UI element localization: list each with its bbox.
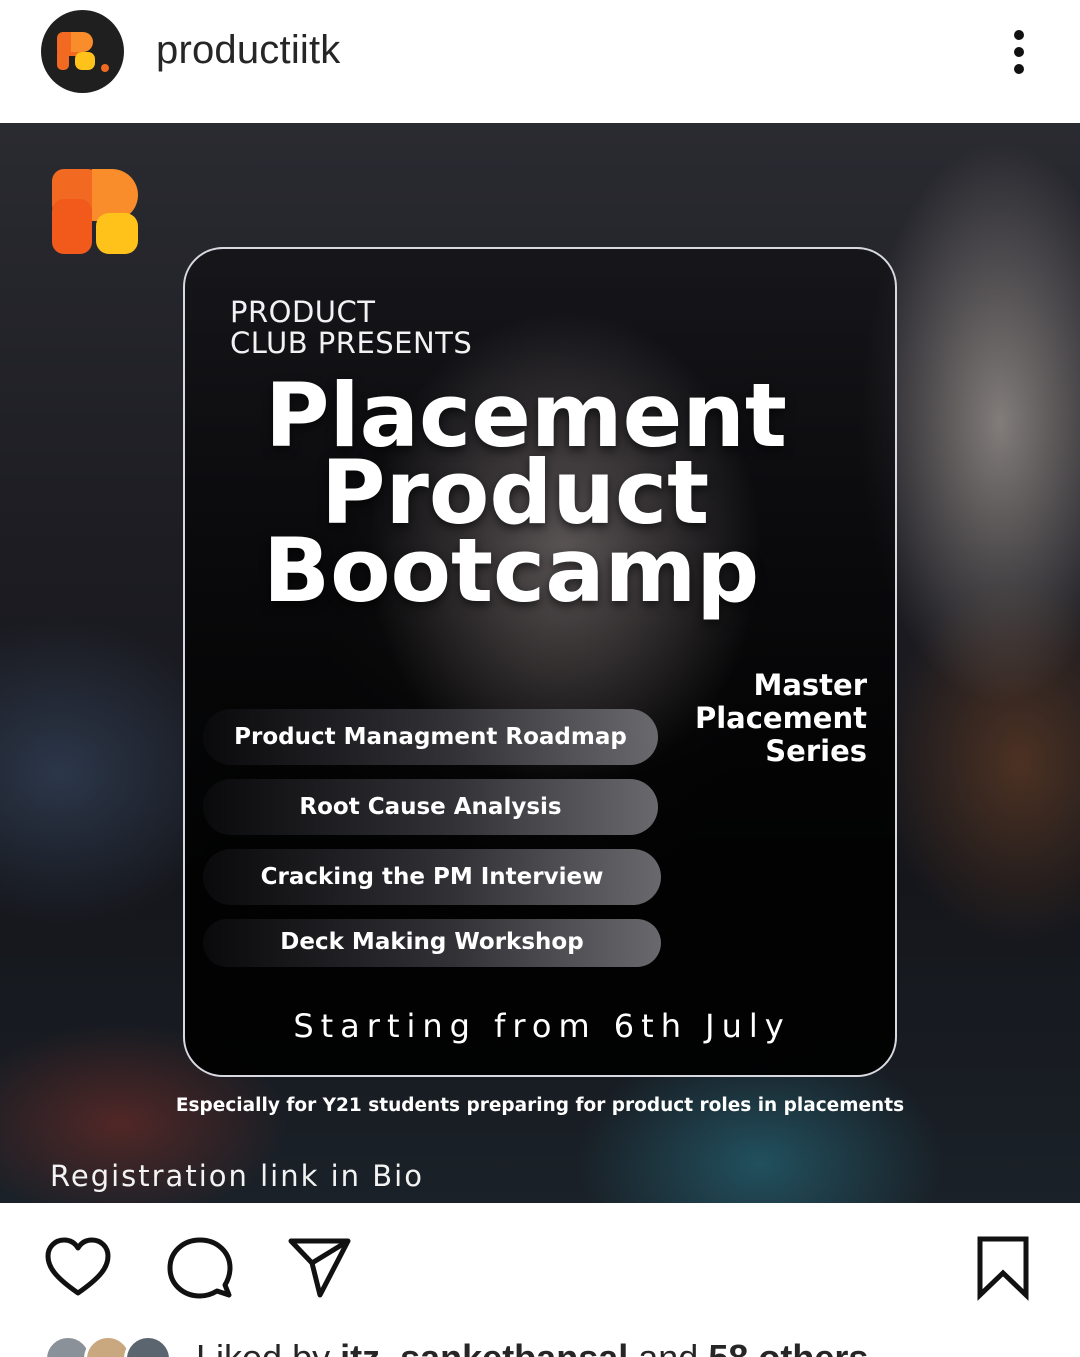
registration-note: Registration link in Bio <box>50 1159 424 1193</box>
presenter-line-2: CLUB PRESENTS <box>230 326 473 360</box>
topic-pill: Cracking the PM Interview <box>203 849 661 905</box>
topic-pill: Product Managment Roadmap <box>203 709 658 765</box>
avatar <box>124 1335 172 1357</box>
post-header: productiitk <box>0 0 1080 123</box>
bookmark-icon <box>977 1236 1029 1301</box>
presenter-label: PRODUCT CLUB PRESENTS <box>230 297 630 359</box>
title-line-3: Bootcamp <box>263 519 760 622</box>
start-date: Starting from 6th July <box>293 1007 791 1045</box>
heart-icon <box>45 1237 111 1296</box>
audience-note: Especially for Y21 students preparing fo… <box>175 1095 905 1116</box>
likes-text[interactable]: Liked by itz_sanketbansal and 58 others <box>196 1337 868 1357</box>
likes-row: Liked by itz_sanketbansal and 58 others <box>0 1323 1080 1357</box>
liker-username[interactable]: itz_sanketbansal <box>340 1337 628 1357</box>
more-dot <box>1014 64 1024 74</box>
series-line-1: Master <box>753 668 867 702</box>
likes-middle: and <box>638 1337 698 1357</box>
profile-avatar[interactable] <box>41 10 124 93</box>
brand-logo-icon <box>52 169 138 254</box>
liker-avatars[interactable] <box>44 1335 174 1357</box>
save-button[interactable] <box>968 1233 1038 1303</box>
more-dot <box>1014 47 1024 57</box>
send-icon <box>288 1238 351 1298</box>
username[interactable]: productiitk <box>156 28 341 73</box>
share-button[interactable] <box>285 1233 355 1303</box>
event-card: PRODUCT CLUB PRESENTS Placement Product … <box>183 247 897 1077</box>
action-bar <box>0 1203 1080 1323</box>
more-vertical-icon <box>1014 30 1024 40</box>
likes-count[interactable]: 58 others <box>708 1337 868 1357</box>
brand-r-logo-icon <box>57 32 109 72</box>
like-button[interactable] <box>43 1233 113 1303</box>
comment-icon <box>167 1237 233 1299</box>
likes-prefix: Liked by <box>196 1337 330 1357</box>
post-image[interactable]: PRODUCT CLUB PRESENTS Placement Product … <box>0 123 1080 1203</box>
presenter-line-1: PRODUCT <box>230 295 376 329</box>
topic-pill: Deck Making Workshop <box>203 919 661 967</box>
more-options-button[interactable] <box>998 24 1040 80</box>
comment-button[interactable] <box>165 1233 235 1303</box>
topic-pill: Root Cause Analysis <box>203 779 658 835</box>
